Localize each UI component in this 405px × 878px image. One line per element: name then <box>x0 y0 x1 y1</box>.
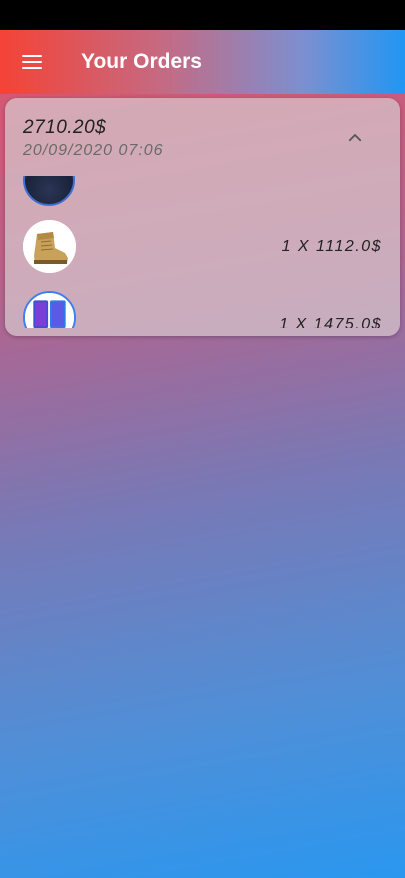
boot-thumbnail <box>23 220 76 273</box>
hamburger-menu-icon <box>22 55 42 69</box>
order-items-list[interactable]: 1 X 1112.0$ 1 X 1475.0$ <box>5 176 400 328</box>
order-item: 1 X 1475.0$ <box>5 291 400 328</box>
order-item-quantity-price: 1 X 1112.0$ <box>281 238 382 255</box>
app-bar: Your Orders <box>0 30 405 94</box>
order-item-quantity-price: 1 X 1475.0$ <box>279 316 382 328</box>
order-card[interactable]: 2710.20$ 20/09/2020 07:06 1 X 1112.0$ 1 … <box>5 98 400 336</box>
order-item-thumbnail-partial <box>23 176 75 206</box>
collapse-button[interactable] <box>339 122 371 154</box>
page-title: Your Orders <box>81 50 202 73</box>
chevron-up-icon <box>348 134 362 142</box>
menu-button[interactable] <box>0 30 64 94</box>
status-bar <box>0 0 405 30</box>
order-date: 20/09/2020 07:06 <box>23 142 164 159</box>
order-total: 2710.20$ <box>23 117 107 138</box>
order-item: 1 X 1112.0$ <box>5 220 400 276</box>
smartphone-thumbnail <box>23 291 76 328</box>
